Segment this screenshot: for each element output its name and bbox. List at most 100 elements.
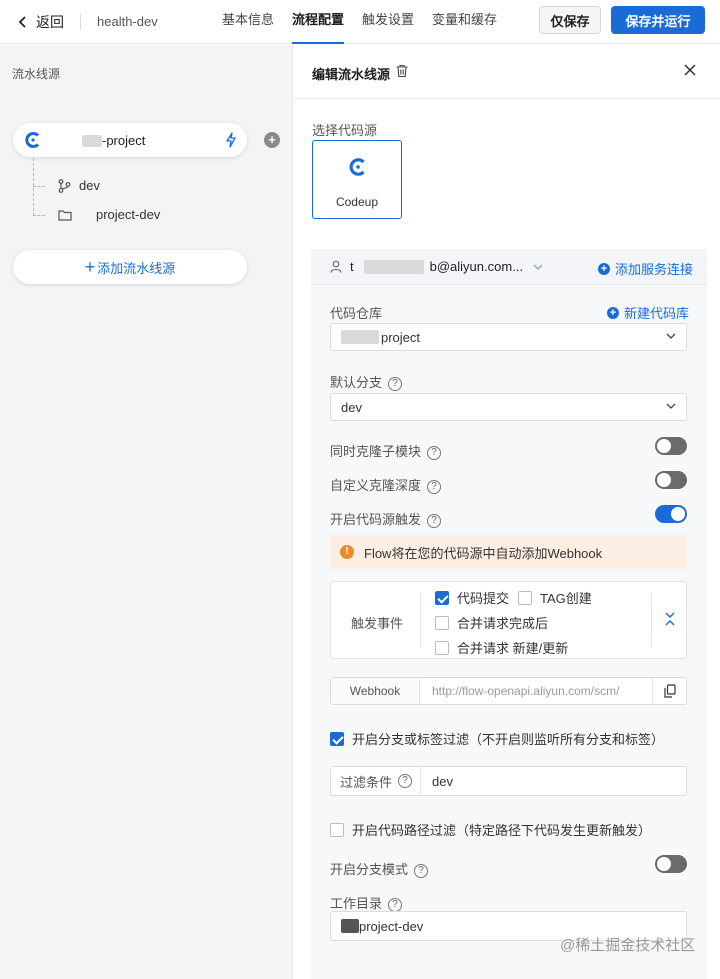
back-button[interactable]: 返回 bbox=[18, 12, 64, 32]
back-arrow-icon bbox=[18, 15, 26, 28]
user-icon bbox=[330, 260, 342, 273]
codeup-logo-icon bbox=[349, 158, 365, 176]
edit-source-panel: 编辑流水线源 选择代码源 Codeup t b@aliyun.com... + 添加… bbox=[292, 45, 720, 979]
help-icon[interactable]: ? bbox=[427, 513, 442, 528]
top-bar: 返回 health-dev 基本信息 流程配置 触发设置 变量和缓存 仅保存 保… bbox=[0, 0, 720, 44]
repo-value: project bbox=[381, 329, 421, 345]
sidebar-title: 流水线源 bbox=[12, 67, 61, 81]
workdir-name: project-dev bbox=[96, 207, 161, 222]
plus-circle-icon: + bbox=[597, 262, 610, 275]
filter-condition-input[interactable]: dev bbox=[432, 774, 453, 789]
tree-line bbox=[33, 158, 34, 216]
path-filter-checkbox[interactable]: 开启代码路径过滤（特定路径下代码发生更新触发） bbox=[330, 820, 651, 839]
select-source-label: 选择代码源 bbox=[312, 123, 378, 138]
plus-icon: + bbox=[84, 257, 96, 277]
event-merge-done[interactable]: 合并请求完成后 bbox=[435, 613, 548, 632]
webhook-field: Webhook http://flow-openapi.aliyun.com/s… bbox=[330, 677, 687, 705]
branch-name: dev bbox=[79, 178, 100, 193]
source-trigger-toggle[interactable] bbox=[655, 505, 687, 523]
webhook-notice: ! Flow将在您的代码源中自动添加Webhook bbox=[330, 535, 687, 569]
trash-icon[interactable] bbox=[395, 64, 409, 78]
chevron-down-icon bbox=[666, 403, 676, 409]
webhook-url[interactable]: http://flow-openapi.aliyun.com/scm/ bbox=[432, 684, 642, 698]
checkbox[interactable] bbox=[330, 822, 344, 837]
source-trigger-label: 开启代码源触发? bbox=[330, 509, 442, 528]
source-name: -project bbox=[82, 133, 145, 148]
divider bbox=[80, 13, 81, 30]
codeup-label: Codeup bbox=[335, 195, 379, 209]
tab-variables-cache[interactable]: 变量和缓存 bbox=[432, 0, 497, 44]
chevron-down-icon bbox=[666, 333, 676, 339]
workdir-label: 工作目录? bbox=[330, 893, 403, 912]
checkbox[interactable] bbox=[435, 640, 449, 655]
tab-trigger-settings[interactable]: 触发设置 bbox=[362, 0, 414, 44]
save-and-run-button[interactable]: 保存并运行 bbox=[611, 6, 705, 34]
event-code-commit[interactable]: 代码提交 bbox=[435, 588, 509, 607]
tab-basic-info[interactable]: 基本信息 bbox=[222, 0, 274, 44]
custom-depth-toggle[interactable] bbox=[655, 471, 687, 489]
new-repo-link[interactable]: + 新建代码库 bbox=[607, 303, 689, 322]
nav-tabs: 基本信息 流程配置 触发设置 变量和缓存 bbox=[222, 0, 515, 44]
tab-pipeline-config[interactable]: 流程配置 bbox=[292, 0, 345, 44]
branch-icon bbox=[58, 178, 71, 193]
help-icon[interactable]: ? bbox=[388, 376, 403, 391]
source-card[interactable]: -project bbox=[13, 123, 247, 157]
copy-icon bbox=[664, 684, 676, 698]
help-icon[interactable]: ? bbox=[427, 445, 442, 460]
codeup-logo-icon bbox=[25, 132, 40, 148]
collapse-icon[interactable] bbox=[664, 612, 676, 626]
default-branch-value: dev bbox=[341, 399, 362, 415]
webhook-label: Webhook bbox=[331, 678, 420, 704]
repo-select[interactable]: project bbox=[330, 323, 687, 351]
add-source-button[interactable]: + 添加流水线源 bbox=[13, 250, 247, 284]
filter-condition-label: 过滤条件? bbox=[331, 767, 421, 795]
event-tag-create[interactable]: TAG创建 bbox=[518, 588, 592, 607]
add-connection-link[interactable]: + 添加服务连接 bbox=[597, 259, 693, 278]
custom-depth-label: 自定义克隆深度? bbox=[330, 475, 442, 494]
clone-submodule-label: 同时克隆子模块? bbox=[330, 441, 442, 460]
checkbox[interactable] bbox=[518, 590, 532, 605]
branch-mode-toggle[interactable] bbox=[655, 855, 687, 873]
project-name: health-dev bbox=[97, 14, 158, 29]
checkbox[interactable] bbox=[435, 615, 449, 630]
back-label: 返回 bbox=[36, 13, 64, 30]
default-branch-label: 默认分支? bbox=[330, 372, 403, 391]
events-label: 触发事件 bbox=[351, 616, 404, 631]
plus-circle-icon: + bbox=[607, 306, 619, 319]
add-stage-icon[interactable]: + bbox=[264, 132, 280, 148]
close-icon[interactable] bbox=[683, 63, 697, 77]
help-icon[interactable]: ? bbox=[388, 897, 403, 912]
default-branch-select[interactable]: dev bbox=[330, 393, 687, 421]
help-icon[interactable]: ? bbox=[398, 774, 413, 788]
trigger-events-box: 触发事件 代码提交 TAG创建 合并请求完成后 合并请求 新建/更新 bbox=[330, 581, 687, 659]
clone-submodule-toggle[interactable] bbox=[655, 437, 687, 455]
event-merge-create-update[interactable]: 合并请求 新建/更新 bbox=[435, 638, 568, 657]
divider bbox=[420, 592, 421, 648]
filter-condition-field: 过滤条件? dev bbox=[330, 766, 687, 796]
chevron-down-icon[interactable] bbox=[533, 264, 543, 270]
tree-branch-line bbox=[33, 186, 45, 187]
warning-icon: ! bbox=[340, 545, 354, 559]
bolt-icon bbox=[226, 132, 236, 148]
pipeline-source-sidebar: 流水线源 -project + dev project-dev + 添加流水线源 bbox=[0, 45, 292, 979]
codeup-source-option[interactable]: Codeup bbox=[312, 140, 402, 219]
panel-header: 编辑流水线源 bbox=[293, 45, 720, 99]
folder-icon bbox=[58, 209, 72, 221]
help-icon[interactable]: ? bbox=[414, 863, 429, 878]
checkbox[interactable] bbox=[435, 590, 449, 605]
checkbox[interactable] bbox=[330, 731, 344, 746]
add-source-label: 添加流水线源 bbox=[97, 260, 176, 276]
repo-label: 代码仓库 bbox=[330, 306, 383, 321]
account-select[interactable]: t b@aliyun.com... bbox=[350, 259, 523, 275]
divider bbox=[651, 592, 652, 648]
workdir-item: project-dev bbox=[58, 207, 160, 222]
account-bar: t b@aliyun.com... + 添加服务连接 bbox=[311, 249, 707, 285]
save-button[interactable]: 仅保存 bbox=[539, 6, 601, 34]
copy-button[interactable] bbox=[652, 678, 687, 704]
tree-branch-line bbox=[33, 215, 45, 216]
branch-filter-checkbox[interactable]: 开启分支或标签过滤（不开启则监听所有分支和标签） bbox=[330, 729, 664, 748]
watermark: @稀土掘金技术社区 bbox=[560, 937, 696, 954]
panel-title: 编辑流水线源 bbox=[312, 67, 391, 82]
branch-mode-label: 开启分支模式? bbox=[330, 859, 429, 878]
help-icon[interactable]: ? bbox=[427, 479, 442, 494]
